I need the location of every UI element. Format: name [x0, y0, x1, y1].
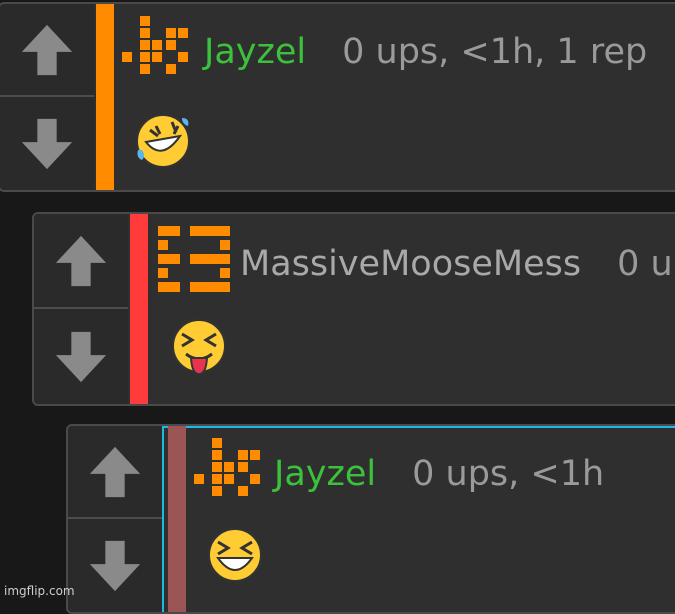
comment-meta: Jayzel 0 ups, <1h: [274, 454, 604, 494]
comment-stats: 0 ups, <1h: [412, 454, 605, 494]
comment-stats: 0 ups, <1h: [617, 244, 675, 284]
arrow-up-icon: [52, 232, 110, 290]
watermark: imgflip.com: [4, 584, 75, 598]
comment-meta: Jayzel 0 ups, <1h, 1 rep: [204, 32, 647, 72]
comment-stats: 0 ups, <1h, 1 rep: [342, 32, 648, 72]
upvote-button[interactable]: [34, 214, 128, 309]
downvote-button[interactable]: [68, 519, 162, 612]
arrow-up-icon: [86, 443, 144, 501]
upvote-button[interactable]: [68, 426, 162, 519]
comment: MassiveMooseMess 0 ups, <1h: [32, 212, 675, 406]
vote-panel: [0, 4, 94, 190]
vote-panel: [68, 426, 162, 612]
username-link[interactable]: Jayzel: [274, 454, 376, 494]
comment: Jayzel 0 ups, <1h, 1 rep: [0, 2, 675, 192]
user-avatar[interactable]: [122, 16, 194, 76]
arrow-up-icon: [18, 21, 76, 79]
arrow-down-icon: [86, 537, 144, 595]
username-link[interactable]: Jayzel: [204, 32, 306, 72]
user-avatar[interactable]: [158, 226, 232, 298]
comment-thread-bar: [168, 426, 186, 612]
downvote-button[interactable]: [0, 97, 94, 190]
downvote-button[interactable]: [34, 309, 128, 404]
comment: Jayzel 0 ups, <1h: [66, 424, 675, 614]
comment-thread-bar: [96, 4, 114, 190]
upvote-button[interactable]: [0, 4, 94, 97]
comment-thread-bar: [130, 214, 148, 404]
squinting-face-with-tongue-emoji: [172, 319, 226, 376]
arrow-down-icon: [18, 115, 76, 173]
arrow-down-icon: [52, 328, 110, 386]
grinning-squinting-face-emoji: [208, 528, 262, 582]
rolling-on-the-floor-laughing-emoji: [136, 114, 190, 168]
comment-meta: MassiveMooseMess 0 ups, <1h: [240, 244, 675, 284]
username-link[interactable]: MassiveMooseMess: [240, 244, 581, 284]
vote-panel: [34, 214, 128, 404]
user-avatar[interactable]: [194, 438, 266, 498]
